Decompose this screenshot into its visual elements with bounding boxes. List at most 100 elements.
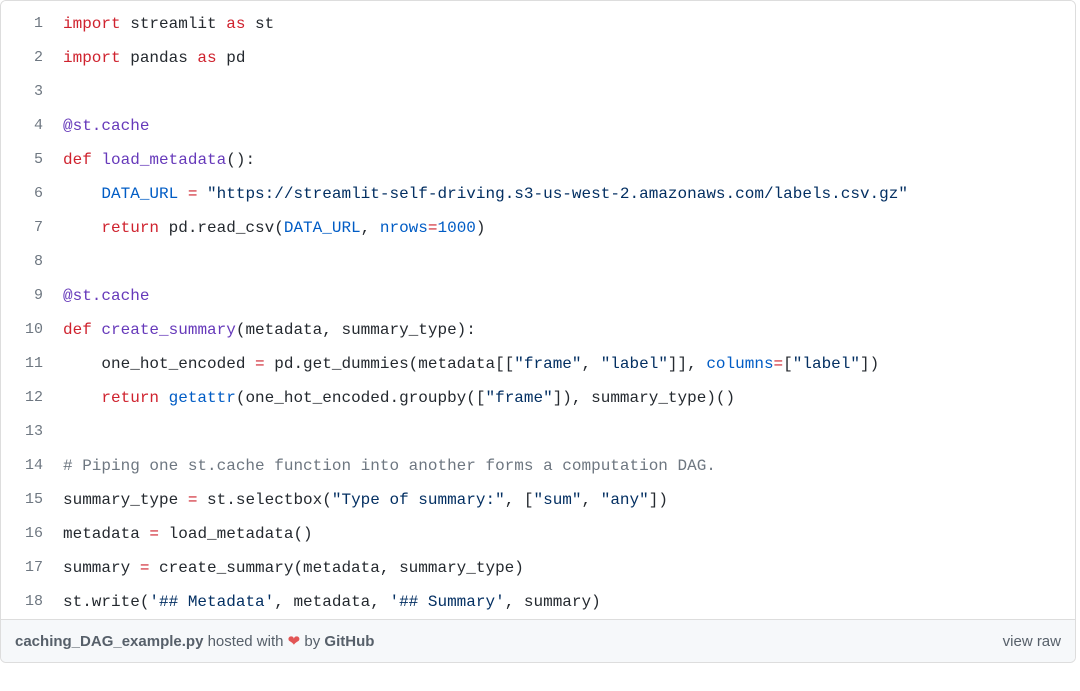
token-nn [197,185,207,203]
line-number: 2 [1,41,55,75]
line-number: 15 [1,483,55,517]
line-content[interactable]: # Piping one st.cache function into anot… [55,449,1075,483]
token-bi: columns [706,355,773,373]
line-content[interactable] [55,415,1075,449]
token-s: "frame" [485,389,552,407]
token-nn: ]], [668,355,706,373]
line-content[interactable]: st.write('## Metadata', metadata, '## Su… [55,585,1075,619]
code-line: 1import streamlit as st [1,1,1075,41]
token-nn: , [582,491,601,509]
token-dec: @st.cache [63,117,149,135]
token-nn [159,389,169,407]
token-dec: @st.cache [63,287,149,305]
token-nn [178,185,188,203]
code-line: 18st.write('## Metadata', metadata, '## … [1,585,1075,619]
line-number: 10 [1,313,55,347]
token-nn [63,185,101,203]
token-nn: streamlit [121,15,227,33]
token-kw: as [197,49,216,67]
line-number: 4 [1,109,55,143]
token-s: '## Metadata' [149,593,274,611]
hosted-with-text: hosted with [208,633,288,650]
token-nn: st.selectbox( [197,491,331,509]
token-op: = [774,355,784,373]
token-num: 1000 [437,219,475,237]
token-nn: pandas [121,49,198,67]
code-line: 16metadata = load_metadata() [1,517,1075,551]
token-nn: ]) [860,355,879,373]
code-line: 8 [1,245,1075,279]
token-fn: load_metadata [101,151,226,169]
token-s: "frame" [514,355,581,373]
line-number: 6 [1,177,55,211]
token-nn: (): [226,151,255,169]
line-content[interactable]: summary = create_summary(metadata, summa… [55,551,1075,585]
line-number: 3 [1,75,55,109]
token-kw: def [63,321,92,339]
line-content[interactable]: return getattr(one_hot_encoded.groupby([… [55,381,1075,415]
token-s: "label" [793,355,860,373]
code-line: 11 one_hot_encoded = pd.get_dummies(meta… [1,347,1075,381]
token-nn: (metadata, summary_type): [236,321,476,339]
code-line: 14# Piping one st.cache function into an… [1,449,1075,483]
token-bi: DATA_URL [101,185,178,203]
line-content[interactable]: summary_type = st.selectbox("Type of sum… [55,483,1075,517]
line-content[interactable]: import pandas as pd [55,41,1075,75]
token-s: "label" [601,355,668,373]
token-kw: def [63,151,92,169]
view-raw-link[interactable]: view raw [1003,633,1061,650]
line-content[interactable] [55,245,1075,279]
token-nn: create_summary(metadata, summary_type) [149,559,523,577]
token-nn: summary [63,559,140,577]
token-op: = [188,185,198,203]
line-content[interactable]: import streamlit as st [55,1,1075,41]
token-nn: (one_hot_encoded.groupby([ [236,389,486,407]
token-nn: , metadata, [274,593,389,611]
line-number: 11 [1,347,55,381]
github-link[interactable]: GitHub [324,633,374,650]
line-content[interactable]: DATA_URL = "https://streamlit-self-drivi… [55,177,1075,211]
token-nn: ) [476,219,486,237]
token-nn: pd.read_csv( [159,219,284,237]
code-line: 7 return pd.read_csv(DATA_URL, nrows=100… [1,211,1075,245]
line-number: 16 [1,517,55,551]
line-number: 8 [1,245,55,279]
line-content[interactable]: return pd.read_csv(DATA_URL, nrows=1000) [55,211,1075,245]
token-nn: st [245,15,274,33]
token-nn [92,151,102,169]
line-content[interactable]: def load_metadata(): [55,143,1075,177]
code-line: 2import pandas as pd [1,41,1075,75]
token-nn: ]), summary_type)() [553,389,735,407]
token-s: '## Summary' [389,593,504,611]
token-nn: , summary) [505,593,601,611]
token-nn [63,389,101,407]
token-kw: as [226,15,245,33]
token-kw: import [63,15,121,33]
gist-file: 1import streamlit as st2import pandas as… [1,1,1075,619]
code-line: 12 return getattr(one_hot_encoded.groupb… [1,381,1075,415]
token-kw: import [63,49,121,67]
line-content[interactable]: @st.cache [55,109,1075,143]
token-nn: , [582,355,601,373]
line-content[interactable] [55,75,1075,109]
line-number: 13 [1,415,55,449]
token-op: = [140,559,150,577]
line-content[interactable]: def create_summary(metadata, summary_typ… [55,313,1075,347]
token-s: "Type of summary:" [332,491,505,509]
line-number: 14 [1,449,55,483]
token-op: = [188,491,198,509]
token-nn [63,219,101,237]
token-bi: nrows [380,219,428,237]
gist-embed: 1import streamlit as st2import pandas as… [0,0,1076,663]
line-number: 12 [1,381,55,415]
line-content[interactable]: one_hot_encoded = pd.get_dummies(metadat… [55,347,1075,381]
token-bi: DATA_URL [284,219,361,237]
line-number: 7 [1,211,55,245]
token-nn [92,321,102,339]
token-nn: summary_type [63,491,188,509]
gist-filename-link[interactable]: caching_DAG_example.py [15,633,203,650]
line-content[interactable]: metadata = load_metadata() [55,517,1075,551]
code-line: 5def load_metadata(): [1,143,1075,177]
line-content[interactable]: @st.cache [55,279,1075,313]
line-number: 9 [1,279,55,313]
